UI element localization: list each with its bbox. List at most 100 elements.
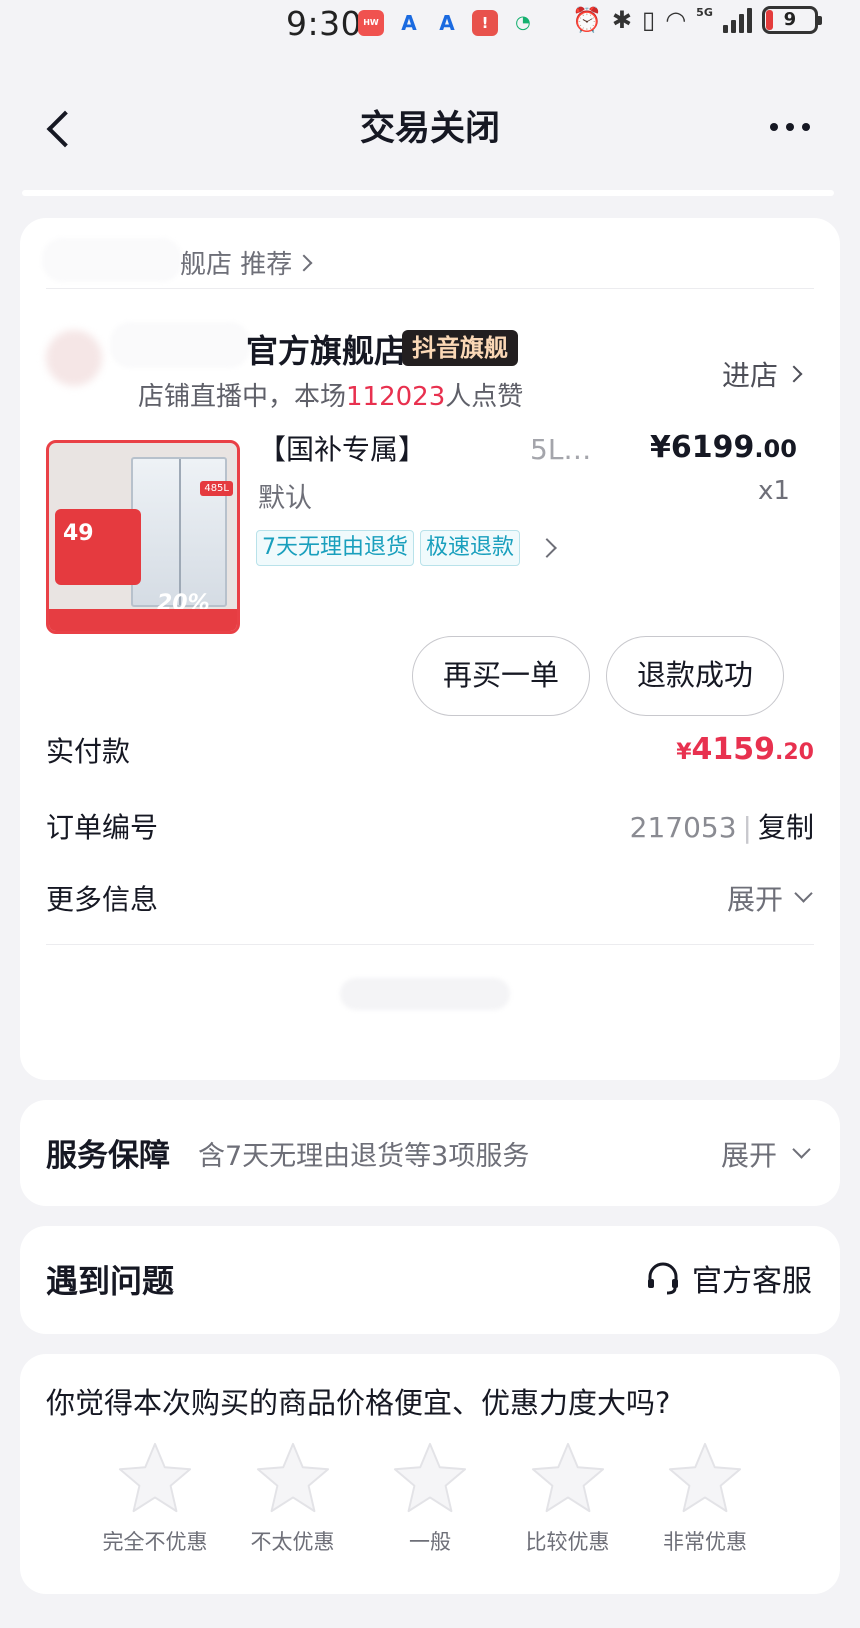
- problem-card: 遇到问题 官方客服: [20, 1226, 840, 1334]
- divider: [46, 944, 814, 945]
- order-number-label: 订单编号: [46, 811, 159, 844]
- tag-return: 7天无理由退货: [256, 530, 414, 566]
- survey-card: 你觉得本次购买的商品价格便宜、优惠力度大吗? 完全不优惠 不太优惠 一般 比较优…: [20, 1354, 840, 1594]
- app-notification-icon: HW: [358, 10, 384, 36]
- chevron-right-icon: [537, 538, 557, 558]
- tag-fast-refund: 极速退款: [420, 530, 521, 566]
- product-image[interactable]: 485L 49 20%: [46, 440, 240, 634]
- status-bar: 9:30 HW A A ! ◔ ⏰ ✱ ▯ ◠ 5G 9: [0, 0, 860, 50]
- price-sticker: 49: [55, 509, 141, 585]
- app-a-icon: A: [439, 11, 455, 35]
- live-status: 店铺直播中，本场112023人点赞: [138, 376, 523, 413]
- alarm-icon: ⏰: [572, 6, 602, 34]
- service-title: 服务保障: [46, 1138, 170, 1174]
- blurred-area: [340, 978, 510, 1010]
- live-prefix: 店铺直播中，本场: [138, 382, 347, 412]
- rating-label: 一般: [409, 1530, 451, 1554]
- vibrate-icon: ▯: [642, 6, 656, 34]
- live-count: 112023: [346, 382, 446, 412]
- product-price: ¥6199.00: [650, 430, 797, 465]
- rating-label: 完全不优惠: [102, 1530, 208, 1554]
- headset-icon: [648, 1262, 678, 1295]
- star-icon: [118, 1442, 192, 1513]
- rating-option-3[interactable]: 一般: [365, 1440, 495, 1556]
- header-divider: [22, 190, 834, 196]
- order-card: 舰店 推荐 官方旗舰店 抖音旗舰 店铺直播中，本场112023人点赞 进店 48…: [20, 218, 840, 1080]
- page-title: 交易关闭: [359, 109, 500, 149]
- blurred-area: [42, 238, 182, 282]
- chat-icon: ◔: [515, 12, 531, 33]
- service-expand[interactable]: 展开: [720, 1134, 811, 1174]
- blurred-area: [110, 322, 250, 368]
- paid-dec: .20: [775, 740, 814, 765]
- product-title-main: 【国补专属】: [258, 433, 427, 466]
- live-suffix: 人点赞: [445, 382, 524, 412]
- capacity-label: 485L: [200, 481, 233, 496]
- customer-service-label: 官方客服: [692, 1264, 812, 1299]
- rating-option-1[interactable]: 完全不优惠: [90, 1440, 220, 1556]
- rating-option-2[interactable]: 不太优惠: [228, 1440, 358, 1556]
- enter-shop-button[interactable]: 进店: [722, 354, 803, 394]
- chevron-down-icon: [794, 883, 813, 903]
- chevron-down-icon: [792, 1139, 811, 1159]
- expand-label: 展开: [720, 1139, 777, 1172]
- nav-bar: 交易关闭: [0, 92, 860, 164]
- rating-label: 不太优惠: [250, 1530, 335, 1554]
- shop-recommend-link[interactable]: 舰店 推荐: [180, 244, 313, 281]
- sticker-price: 49: [63, 521, 94, 546]
- service-tags[interactable]: 7天无理由退货 极速退款: [256, 530, 557, 566]
- system-icons: ⏰ ✱ ▯ ◠ 5G 9: [572, 6, 822, 34]
- wifi-icon: ◠: [665, 6, 687, 34]
- paid-currency: ¥: [676, 740, 692, 765]
- more-info-label: 更多信息: [46, 883, 159, 916]
- rebuy-button[interactable]: 再买一单: [412, 636, 590, 716]
- product-title-rest: 5L…: [530, 433, 592, 466]
- refund-status-button[interactable]: 退款成功: [606, 636, 784, 716]
- service-card[interactable]: 服务保障 含7天无理由退货等3项服务 展开: [20, 1100, 840, 1206]
- product-title[interactable]: 【国补专属】 5L…: [258, 428, 591, 468]
- signal-icon: [722, 7, 752, 33]
- expand-label: 展开: [726, 883, 783, 916]
- product-price-dec: .00: [754, 435, 797, 463]
- shop-avatar[interactable]: [46, 330, 102, 386]
- divider: [46, 288, 814, 289]
- battery-level: 9: [783, 9, 797, 30]
- notification-icons: HW A A ! ◔: [358, 10, 536, 36]
- image-footer: [49, 609, 237, 631]
- chevron-right-icon: [785, 365, 803, 383]
- problem-title: 遇到问题: [46, 1262, 175, 1300]
- alert-icon: !: [472, 10, 498, 36]
- product-qty: x1: [758, 476, 790, 506]
- chevron-right-icon: [295, 254, 313, 271]
- copy-button[interactable]: 复制: [758, 811, 814, 844]
- star-icon: [393, 1442, 467, 1513]
- more-icon[interactable]: [770, 114, 820, 140]
- shop-badge: 抖音旗舰: [402, 330, 518, 366]
- service-desc: 含7天无理由退货等3项服务: [198, 1141, 530, 1172]
- product-spec: 默认: [258, 483, 312, 514]
- survey-question: 你觉得本次购买的商品价格便宜、优惠力度大吗?: [46, 1386, 671, 1420]
- order-number-tail: 217053: [629, 811, 737, 844]
- enter-shop-label: 进店: [722, 359, 779, 392]
- paid-label: 实付款: [46, 735, 131, 768]
- rating-label: 比较优惠: [525, 1530, 610, 1554]
- status-time: 9:30: [286, 4, 363, 43]
- paid-amount: ¥4159.20: [676, 732, 814, 767]
- rating-label: 非常优惠: [663, 1530, 747, 1554]
- product-price-int: ¥6199: [650, 430, 755, 465]
- customer-service-button[interactable]: 官方客服: [644, 1256, 812, 1300]
- fridge-picture: [131, 457, 227, 607]
- more-info-expand[interactable]: 展开: [726, 878, 813, 918]
- rating-option-4[interactable]: 比较优惠: [503, 1440, 633, 1556]
- shop-name[interactable]: 官方旗舰店: [246, 326, 406, 372]
- rating-option-5[interactable]: 非常优惠: [640, 1440, 770, 1556]
- app-a-icon: A: [401, 11, 417, 35]
- rating-stars: 完全不优惠 不太优惠 一般 比较优惠 非常优惠: [90, 1440, 770, 1556]
- star-icon: [668, 1442, 742, 1513]
- bluetooth-icon: ✱: [611, 6, 632, 34]
- paid-int: 4159: [691, 732, 776, 767]
- battery-icon: 9: [761, 6, 822, 34]
- star-icon: [256, 1442, 329, 1513]
- order-number-value: 217053 | 复制: [629, 811, 814, 844]
- shop-recommend-label: 舰店 推荐: [180, 250, 293, 280]
